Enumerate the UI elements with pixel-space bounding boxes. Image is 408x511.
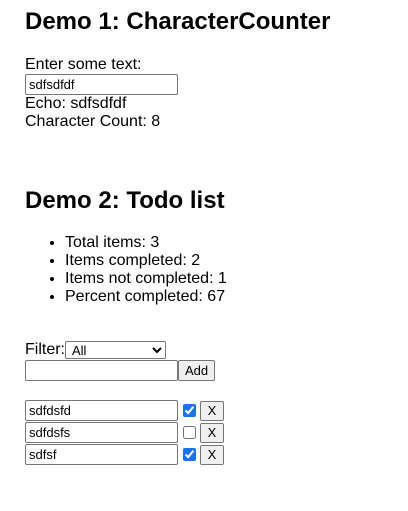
todo-completed-checkbox[interactable] [183, 448, 196, 461]
stat-label: Percent completed: [65, 288, 208, 305]
stat-label: Items not completed: [65, 270, 218, 287]
todo-stats-list: Total items: 3 Items completed: 2 Items … [25, 234, 227, 306]
delete-todo-button[interactable]: X [200, 444, 224, 465]
todo-list: X X X [25, 400, 224, 466]
new-todo-input[interactable] [25, 360, 178, 381]
filter-select[interactable]: All [65, 341, 166, 359]
delete-todo-button[interactable]: X [200, 422, 224, 443]
character-input[interactable] [25, 74, 178, 95]
todo-item: X [25, 422, 224, 443]
stat-value: 1 [217, 270, 227, 287]
text-prompt-label: Enter some text: [25, 56, 142, 73]
stat-items-completed: Items completed: 2 [65, 252, 227, 270]
todo-completed-checkbox[interactable] [183, 404, 196, 417]
add-button[interactable]: Add [178, 360, 216, 381]
stat-total-items: Total items: 3 [65, 234, 227, 252]
stat-value: 2 [191, 252, 201, 269]
echo-line: Echo: sdfsdfdf [25, 95, 178, 113]
stat-items-not-completed: Items not completed: 1 [65, 270, 227, 288]
demo2-heading: Demo 2: Todo list [25, 187, 225, 214]
filter-label: Filter: [25, 341, 65, 358]
stat-label: Items completed: [65, 252, 192, 269]
todo-item: X [25, 400, 224, 421]
echo-label: Echo: [25, 95, 71, 112]
todo-text-input[interactable] [25, 400, 178, 421]
demo1-heading: Demo 1: CharacterCounter [25, 8, 331, 35]
todo-item: X [25, 444, 224, 465]
character-count-value: 8 [151, 113, 161, 130]
todo-completed-checkbox[interactable] [183, 426, 196, 439]
stat-value: 67 [207, 288, 226, 305]
character-count-label: Character Count: [25, 113, 152, 130]
add-todo-row: Add [25, 360, 216, 381]
delete-todo-button[interactable]: X [200, 400, 224, 421]
stat-value: 3 [150, 234, 160, 251]
todo-text-input[interactable] [25, 444, 178, 465]
todo-text-input[interactable] [25, 422, 178, 443]
stat-percent-completed: Percent completed: 67 [65, 288, 227, 306]
filter-row: Filter: All [25, 341, 166, 359]
character-counter-section: Enter some text: Echo: sdfsdfdf Characte… [25, 56, 178, 131]
echo-value: sdfsdfdf [70, 95, 127, 112]
character-count-line: Character Count: 8 [25, 113, 178, 131]
stat-label: Total items: [65, 234, 151, 251]
